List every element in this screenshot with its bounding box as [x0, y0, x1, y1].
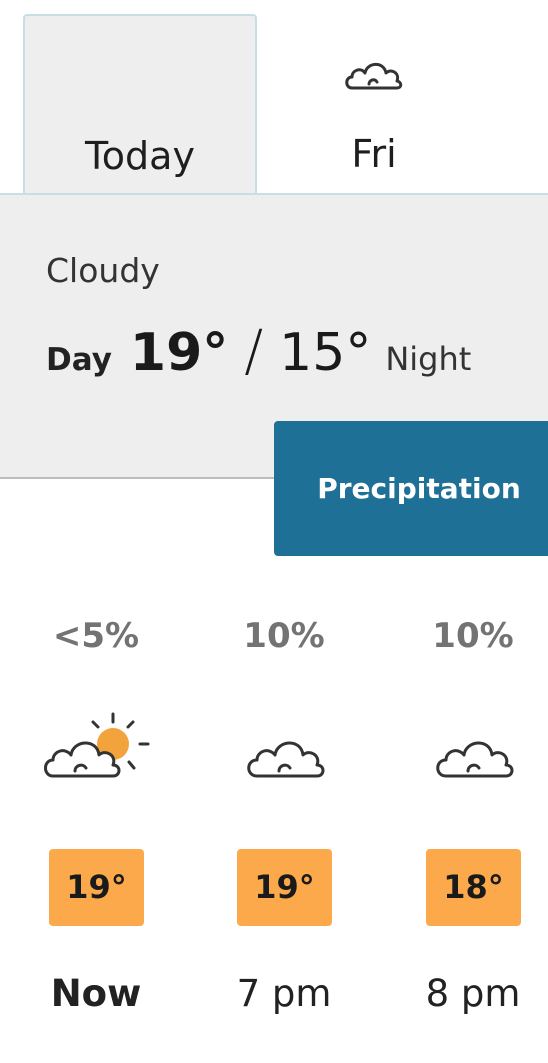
day-label: Day	[46, 342, 112, 378]
night-temperature: 15°	[279, 323, 372, 383]
precipitation-chance: <5%	[52, 616, 140, 656]
tab-fri[interactable]: Fri	[258, 14, 490, 194]
cloud-icon	[345, 62, 403, 90]
precipitation-chance: 10%	[243, 616, 325, 656]
cloud-icon	[247, 741, 325, 778]
day-night-temps: Day 19°/15° Night	[46, 319, 471, 389]
hour-time-label: 7 pm	[236, 972, 332, 1015]
tab-fri-label: Fri	[351, 132, 397, 176]
temperature-badge: 19°	[49, 849, 144, 926]
night-label: Night	[385, 340, 472, 378]
temperature-badge: 18°	[426, 849, 521, 926]
temperature-badge: 19°	[237, 849, 332, 926]
precipitation-chance: 10%	[432, 616, 514, 656]
sun-behind-cloud-icon	[44, 712, 150, 778]
hour-time-label: 8 pm	[425, 972, 521, 1015]
tab-today[interactable]: Today	[23, 14, 257, 194]
hourly-item-now: <5% 19° Now	[1, 600, 191, 1040]
temp-separator: /	[244, 319, 264, 384]
tab-today-label: Today	[85, 134, 195, 178]
precipitation-button[interactable]: Precipitation	[274, 421, 548, 556]
hour-time-label: Now	[50, 972, 142, 1015]
cloud-icon	[436, 741, 514, 778]
hourly-item-7pm: 10% 19° 7 pm	[189, 600, 379, 1040]
condition-text: Cloudy	[46, 251, 160, 290]
day-temperature: 19°	[129, 323, 229, 383]
hourly-item-8pm: 10% 18° 8 pm	[378, 600, 548, 1040]
weather-forecast-page: Today Fri Cloudy Day 19°/15° Night Precipi…	[0, 0, 548, 1063]
